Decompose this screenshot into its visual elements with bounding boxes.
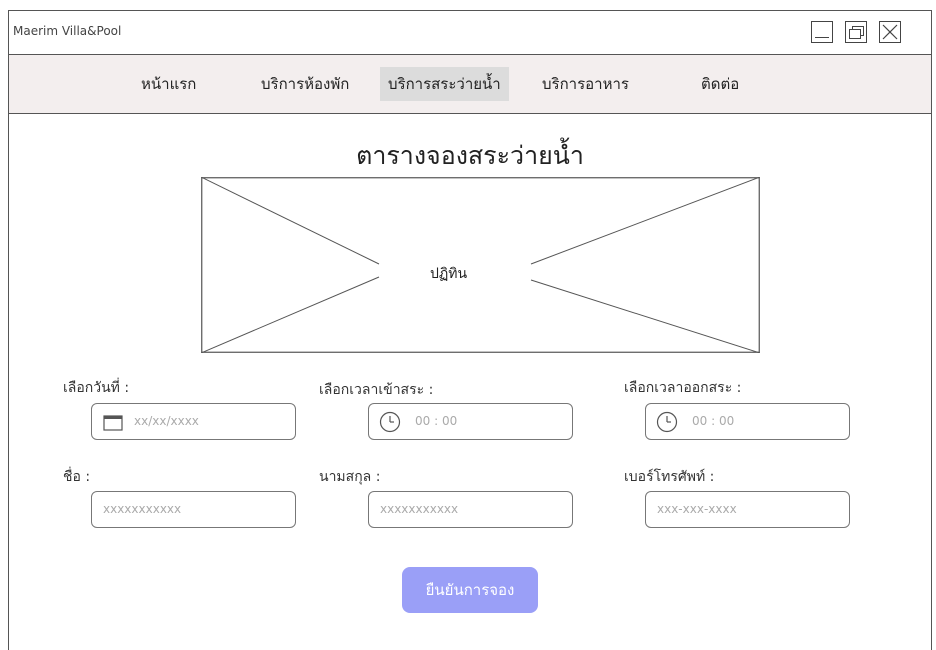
firstname-input[interactable]: xxxxxxxxxxx <box>91 491 296 528</box>
phone-placeholder: xxx-xxx-xxxx <box>657 502 737 516</box>
close-icon[interactable] <box>879 21 901 43</box>
firstname-label: ชื่อ : <box>63 469 91 485</box>
checkout-time-input[interactable]: 00 : 00 <box>645 403 850 440</box>
nav-item-rooms[interactable]: บริการห้องพัก <box>253 67 357 101</box>
date-label: เลือกวันที่ : <box>63 380 130 396</box>
phone-input[interactable]: xxx-xxx-xxxx <box>645 491 850 528</box>
firstname-placeholder: xxxxxxxxxxx <box>103 502 182 516</box>
nav-item-contact[interactable]: ติดต่อ <box>693 67 747 101</box>
window-title: Maerim Villa&Pool <box>13 24 122 38</box>
nav-item-pool[interactable]: บริการสระว่ายน้ำ <box>380 67 509 101</box>
checkout-placeholder: 00 : 00 <box>692 414 735 428</box>
checkin-label: เลือกเวลาเข้าสระ : <box>319 382 434 398</box>
lastname-placeholder: xxxxxxxxxxx <box>380 502 459 516</box>
confirm-booking-button[interactable]: ยืนยันการจอง <box>402 567 538 613</box>
page-title: ตารางจองสระว่ายน้ำ <box>356 141 584 170</box>
lastname-input[interactable]: xxxxxxxxxxx <box>368 491 573 528</box>
checkin-time-input[interactable]: 00 : 00 <box>368 403 573 440</box>
phone-label: เบอร์โทรศัพท์ : <box>624 469 715 485</box>
checkin-placeholder: 00 : 00 <box>415 414 458 428</box>
clock-icon <box>379 411 401 433</box>
app-window: Maerim Villa&Pool หน้าแรก บริการห้องพัก … <box>8 10 932 650</box>
title-bar: Maerim Villa&Pool <box>9 11 931 54</box>
nav-item-home[interactable]: หน้าแรก <box>133 67 204 101</box>
calendar-icon <box>103 415 123 431</box>
clock-icon <box>656 411 678 433</box>
date-placeholder: xx/xx/xxxx <box>134 414 199 428</box>
main-nav: หน้าแรก บริการห้องพัก บริการสระว่ายน้ำ บ… <box>9 54 931 114</box>
nav-item-food[interactable]: บริการอาหาร <box>534 67 637 101</box>
lastname-label: นามสกุล : <box>319 469 381 485</box>
date-input[interactable]: xx/xx/xxxx <box>91 403 296 440</box>
minimize-icon[interactable] <box>811 21 833 43</box>
calendar-label: ปฏิทิน <box>430 266 468 282</box>
maximize-icon[interactable] <box>845 21 867 43</box>
checkout-label: เลือกเวลาออกสระ : <box>624 380 742 396</box>
calendar-placeholder[interactable]: ปฏิทิน <box>201 177 760 353</box>
